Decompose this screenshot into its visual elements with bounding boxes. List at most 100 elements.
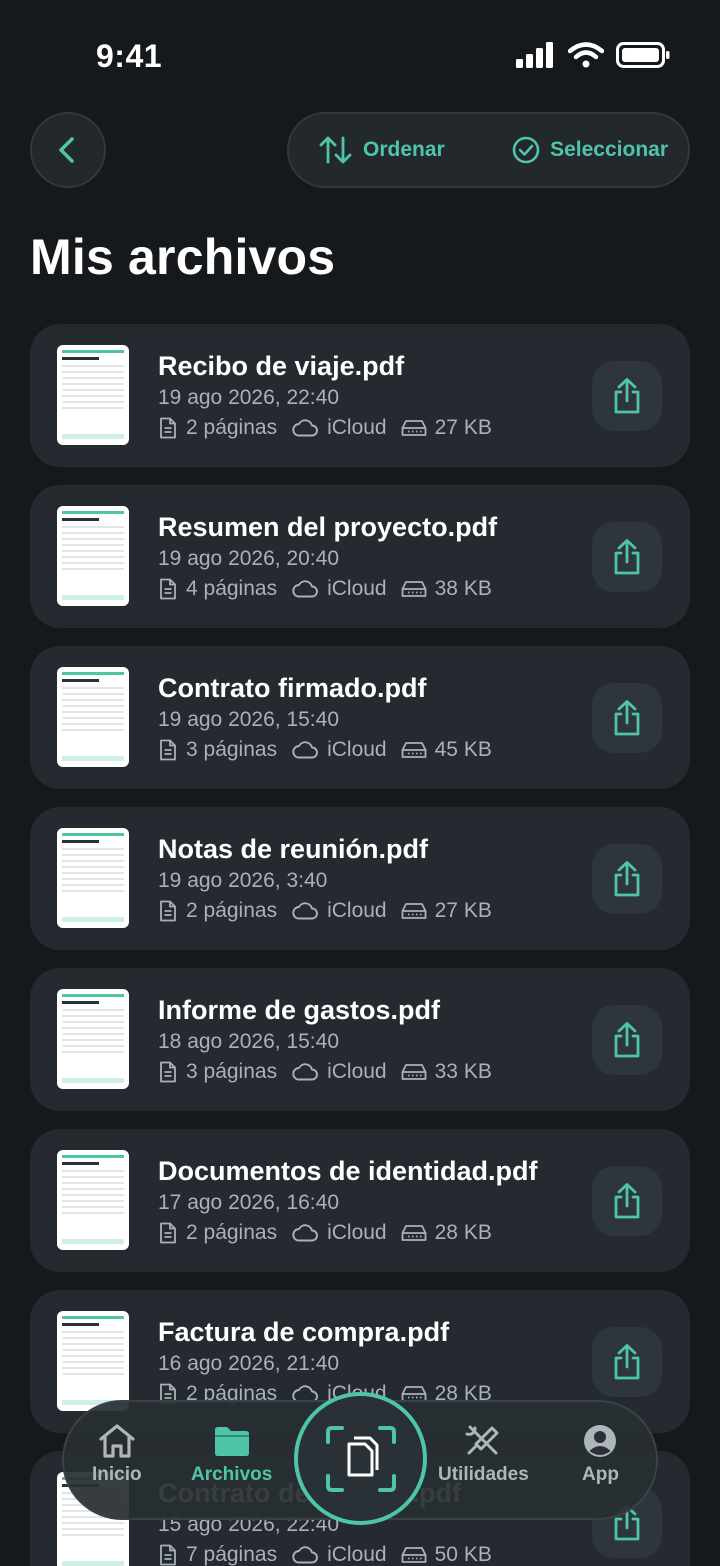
tools-icon	[465, 1425, 499, 1455]
file-info: Recibo de viaje.pdf 19 ago 2026, 22:40 2…	[158, 350, 598, 441]
share-button[interactable]	[592, 1005, 662, 1075]
status-time: 9:41	[96, 38, 163, 74]
share-button[interactable]	[592, 844, 662, 914]
drive-icon	[401, 1225, 427, 1241]
tab-tools[interactable]: Utilidades	[438, 1424, 529, 1486]
file-card[interactable]: Notas de reunión.pdf 19 ago 2026, 3:40 2…	[30, 807, 690, 950]
tab-files[interactable]: Archivos	[191, 1424, 272, 1486]
file-thumbnail	[57, 1150, 129, 1250]
file-pages: 2 páginas	[186, 899, 278, 922]
file-card[interactable]: Contrato firmado.pdf 19 ago 2026, 15:40 …	[30, 646, 690, 789]
cloud-icon	[292, 1546, 318, 1564]
file-size: 45 KB	[434, 738, 492, 761]
tab-files-label: Archivos	[191, 1464, 273, 1485]
file-name: Contrato firmado.pdf	[158, 673, 427, 703]
share-icon	[614, 378, 640, 414]
share-icon	[614, 539, 640, 575]
cloud-icon	[292, 902, 318, 920]
battery-icon	[616, 42, 670, 68]
file-date: 18 ago 2026, 15:40	[158, 1030, 340, 1053]
share-button[interactable]	[592, 522, 662, 592]
file-date: 19 ago 2026, 22:40	[158, 386, 340, 409]
file-meta: 2 páginas iCloud 27 KB	[158, 898, 598, 924]
file-name: Documentos de identidad.pdf	[158, 1156, 538, 1186]
file-card[interactable]: Recibo de viaje.pdf 19 ago 2026, 22:40 2…	[30, 324, 690, 467]
file-meta: 2 páginas iCloud 28 KB	[158, 1220, 598, 1246]
share-button[interactable]	[592, 1327, 662, 1397]
back-button[interactable]	[30, 112, 106, 188]
select-button[interactable]: Seleccionar	[512, 136, 668, 164]
file-name: Factura de compra.pdf	[158, 1317, 450, 1347]
file-meta: 2 páginas iCloud 27 KB	[158, 415, 598, 441]
file-card[interactable]: Informe de gastos.pdf 18 ago 2026, 15:40…	[30, 968, 690, 1111]
file-meta: 7 páginas iCloud 50 KB	[158, 1542, 598, 1566]
file-date: 19 ago 2026, 3:40	[158, 869, 328, 892]
share-button[interactable]	[592, 1166, 662, 1236]
sort-button[interactable]: Ordenar	[319, 135, 445, 165]
sort-icon	[319, 136, 352, 164]
tab-app[interactable]: App	[582, 1424, 619, 1486]
share-icon	[614, 861, 640, 897]
document-icon	[160, 1544, 176, 1566]
wifi-icon	[568, 42, 604, 68]
folder-icon	[214, 1427, 249, 1456]
file-size: 27 KB	[434, 416, 492, 439]
drive-icon	[401, 581, 427, 597]
drive-icon	[401, 1064, 427, 1080]
file-storage: iCloud	[327, 738, 387, 761]
file-pages: 3 páginas	[186, 1060, 278, 1083]
tab-home[interactable]: Inicio	[92, 1424, 142, 1486]
document-icon	[160, 417, 176, 439]
file-card[interactable]: Resumen del proyecto.pdf 19 ago 2026, 20…	[30, 485, 690, 628]
document-icon	[160, 739, 176, 761]
chevron-left-icon	[59, 137, 74, 163]
share-button[interactable]	[592, 683, 662, 753]
scan-button[interactable]	[294, 1392, 427, 1525]
tab-app-label: App	[582, 1464, 619, 1485]
file-info: Documentos de identidad.pdf 17 ago 2026,…	[158, 1155, 598, 1246]
file-list: Recibo de viaje.pdf 19 ago 2026, 22:40 2…	[30, 324, 690, 1566]
file-storage: iCloud	[327, 1221, 387, 1244]
tab-home-label: Inicio	[92, 1464, 142, 1485]
file-info: Contrato firmado.pdf 19 ago 2026, 15:40 …	[158, 672, 598, 763]
file-size: 27 KB	[434, 899, 492, 922]
file-storage: iCloud	[327, 577, 387, 600]
file-info: Resumen del proyecto.pdf 19 ago 2026, 20…	[158, 511, 598, 602]
share-icon	[614, 1183, 640, 1219]
status-icons	[516, 42, 670, 68]
file-pages: 7 páginas	[186, 1543, 278, 1566]
cloud-icon	[292, 419, 318, 437]
tab-tools-label: Utilidades	[438, 1464, 529, 1485]
file-date: 17 ago 2026, 16:40	[158, 1191, 340, 1214]
share-button[interactable]	[592, 361, 662, 431]
share-icon	[614, 700, 640, 736]
file-storage: iCloud	[327, 1060, 387, 1083]
file-card[interactable]: Documentos de identidad.pdf 17 ago 2026,…	[30, 1129, 690, 1272]
cloud-icon	[292, 1063, 318, 1081]
file-size: 28 KB	[434, 1221, 492, 1244]
file-pages: 2 páginas	[186, 416, 278, 439]
file-size: 38 KB	[434, 577, 492, 600]
file-date: 19 ago 2026, 15:40	[158, 708, 340, 731]
home-icon	[99, 1424, 135, 1458]
file-thumbnail	[57, 345, 129, 445]
file-storage: iCloud	[327, 416, 387, 439]
file-storage: iCloud	[327, 899, 387, 922]
file-pages: 3 páginas	[186, 738, 278, 761]
file-name: Resumen del proyecto.pdf	[158, 512, 498, 542]
signal-icon	[516, 42, 553, 68]
file-name: Notas de reunión.pdf	[158, 834, 428, 864]
file-info: Informe de gastos.pdf 18 ago 2026, 15:40…	[158, 994, 598, 1085]
file-thumbnail	[57, 1311, 129, 1411]
check-circle-icon	[512, 136, 540, 164]
file-meta: 4 páginas iCloud 38 KB	[158, 576, 598, 602]
file-thumbnail	[57, 667, 129, 767]
cloud-icon	[292, 580, 318, 598]
file-name: Informe de gastos.pdf	[158, 995, 441, 1025]
document-icon	[160, 900, 176, 922]
file-pages: 4 páginas	[186, 577, 278, 600]
file-size: 33 KB	[434, 1060, 492, 1083]
select-label: Seleccionar	[550, 138, 668, 161]
drive-icon	[401, 742, 427, 758]
file-thumbnail	[57, 828, 129, 928]
